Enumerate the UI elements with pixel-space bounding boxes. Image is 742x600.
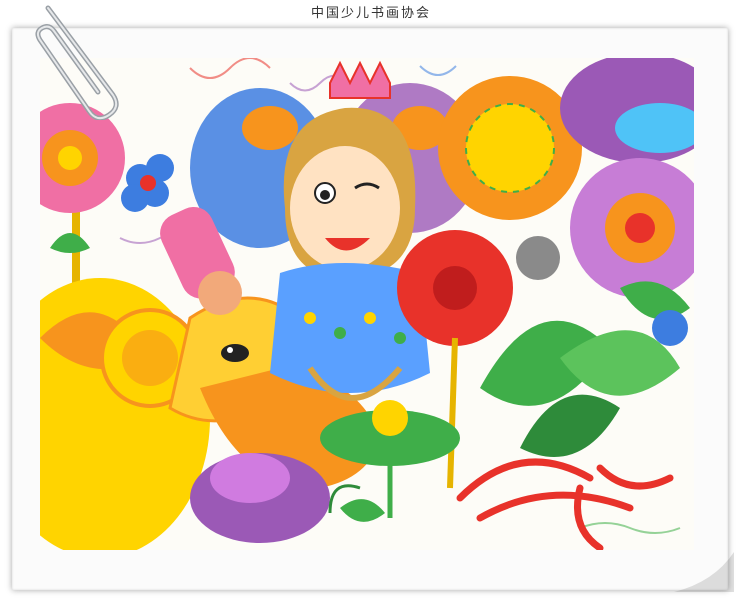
pink-flower xyxy=(40,103,125,288)
paperclip-icon xyxy=(35,5,119,120)
blue-flower xyxy=(121,154,174,212)
crayon-drawing xyxy=(40,58,694,550)
drawing-svg xyxy=(40,58,694,550)
page-curl-shadow xyxy=(674,552,734,592)
gray-flower xyxy=(516,236,560,280)
blue-dot-flower xyxy=(652,310,688,346)
green-leaves xyxy=(480,281,690,457)
sunflower xyxy=(438,76,582,220)
orange-roots xyxy=(456,458,674,550)
purple-flower xyxy=(570,158,694,298)
